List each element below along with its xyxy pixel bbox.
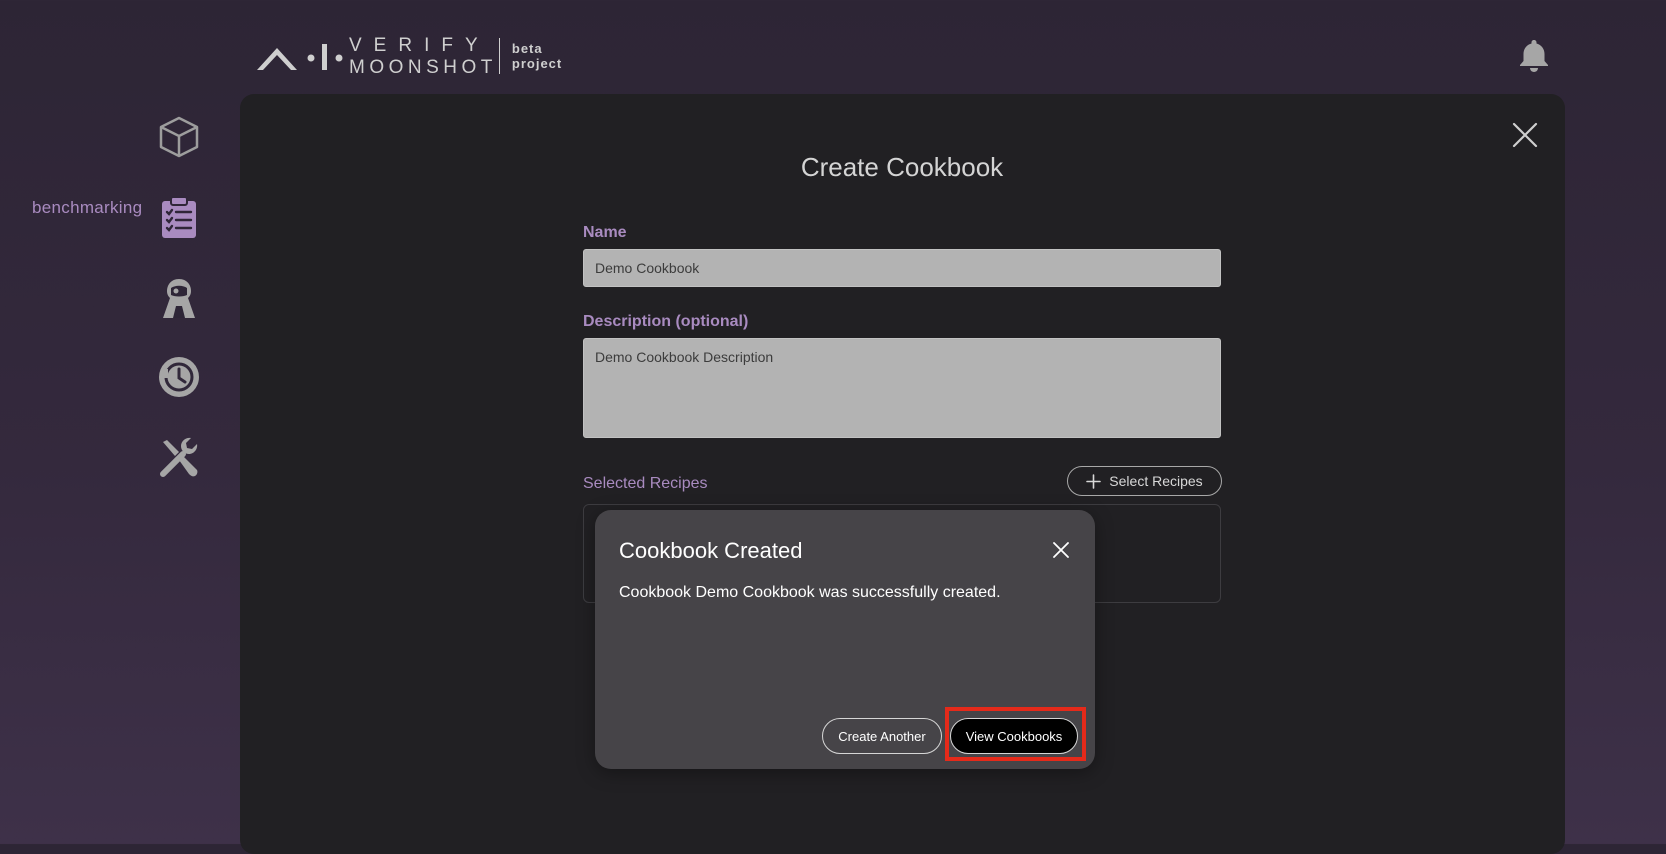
notifications-bell-icon[interactable] [1518, 38, 1550, 72]
selected-recipes-label: Selected Recipes [583, 475, 708, 492]
modal-message: Cookbook Demo Cookbook was successfully … [619, 584, 1001, 601]
name-label: Name [583, 224, 627, 241]
modal-title: Cookbook Created [619, 538, 803, 563]
history-icon[interactable] [157, 355, 201, 399]
select-recipes-label: Select Recipes [1109, 473, 1203, 489]
red-teaming-agent-icon[interactable] [157, 276, 201, 320]
tools-icon[interactable] [157, 436, 201, 480]
aiverify-logo-icon [257, 44, 343, 70]
brand-line-1: VERIFY [349, 34, 490, 56]
brand-line-2: MOONSHOT [349, 56, 497, 78]
modal-close-icon[interactable] [1053, 542, 1069, 558]
brand-tag-beta: beta [511, 41, 543, 56]
app-logo: VERIFY MOONSHOT beta project [255, 34, 563, 78]
clipboard-list-icon[interactable] [157, 195, 201, 239]
plus-icon [1086, 473, 1102, 489]
view-cookbooks-button[interactable]: View Cookbooks [950, 718, 1078, 754]
description-label: Description (optional) [583, 313, 749, 330]
cookbook-created-modal: Cookbook Created Cookbook Demo Cookbook … [595, 510, 1095, 769]
sidebar-item-benchmarking-label[interactable]: benchmarking [32, 198, 142, 218]
logo-divider [498, 38, 500, 74]
close-icon[interactable] [1512, 122, 1538, 148]
cube-icon[interactable] [157, 115, 201, 159]
select-recipes-button[interactable]: Select Recipes [1067, 466, 1222, 496]
name-input[interactable] [583, 249, 1221, 287]
brand-tag-project: project [511, 56, 563, 71]
create-another-button[interactable]: Create Another [822, 718, 942, 754]
page-title: Create Cookbook [800, 152, 1004, 182]
description-textarea[interactable]: Demo Cookbook Description [583, 338, 1221, 438]
